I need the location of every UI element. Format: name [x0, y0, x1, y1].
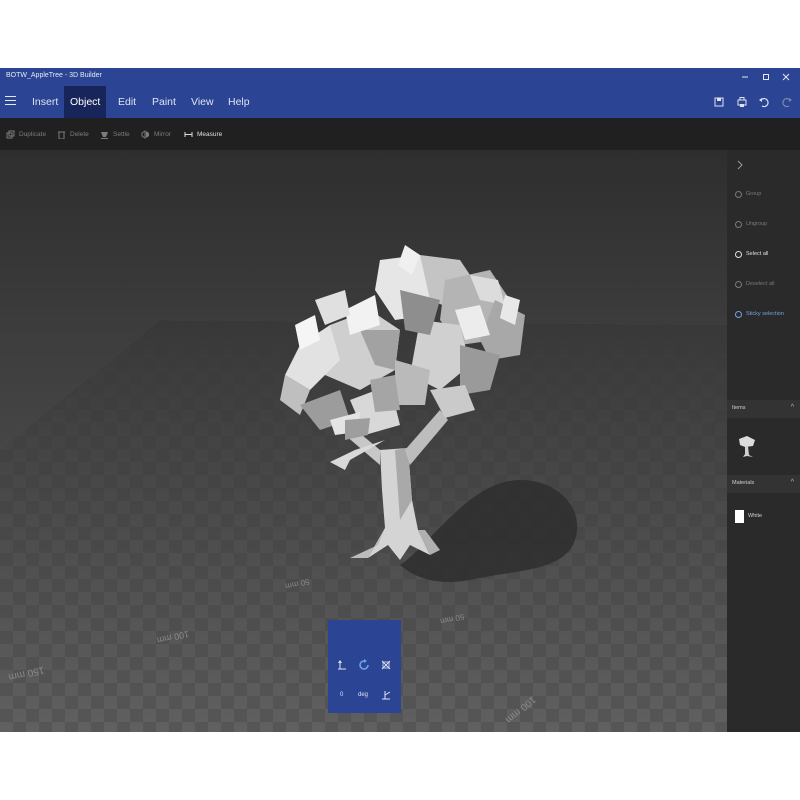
rotate-axis-button[interactable]	[379, 688, 393, 702]
command-bar: Duplicate Delete Settle Mirror Measure	[0, 118, 800, 150]
minimize-icon	[742, 76, 748, 78]
tab-object[interactable]: Object	[64, 86, 106, 118]
item-thumbnail-tree[interactable]	[735, 435, 759, 459]
measure-icon	[184, 131, 193, 137]
scale-tool-button[interactable]	[379, 658, 393, 672]
axis-icon	[382, 691, 391, 700]
close-icon	[782, 73, 790, 81]
settle-label: Settle	[113, 130, 130, 138]
rotate-value[interactable]: 0	[340, 692, 343, 698]
tab-paint[interactable]: Paint	[144, 86, 184, 118]
tree-thumbnail-icon	[739, 436, 755, 457]
select-all-label: Select all	[746, 251, 769, 257]
tab-edit[interactable]: Edit	[110, 86, 144, 118]
material-white[interactable]: White	[735, 509, 762, 523]
chevron-up-icon: ^	[790, 404, 794, 411]
app-window: BOTW_AppleTree - 3D Builder Insert Objec…	[0, 68, 800, 732]
group-icon	[735, 190, 742, 198]
rotate-tool-panel: 0 deg	[328, 620, 401, 713]
measure-button[interactable]: Measure	[184, 118, 222, 150]
window-title: BOTW_AppleTree - 3D Builder	[6, 72, 102, 79]
duplicate-icon	[6, 130, 15, 138]
select-all-button[interactable]: Select all	[735, 247, 768, 261]
menu-bar: Insert Object Edit Paint View Help	[0, 86, 800, 118]
maximize-icon	[763, 74, 769, 80]
rotate-icon	[359, 659, 369, 670]
side-panel: Group Ungroup Select all Deselect all St…	[727, 150, 800, 732]
delete-label: Delete	[70, 130, 89, 138]
group-button[interactable]: Group	[735, 187, 761, 201]
move-icon	[338, 660, 346, 670]
print-3d-icon[interactable]	[735, 95, 749, 109]
ungroup-label: Ungroup	[746, 221, 768, 227]
save-icon[interactable]	[712, 95, 726, 109]
duplicate-button[interactable]: Duplicate	[6, 118, 46, 150]
deselect-all-label: Deselect all	[746, 281, 775, 287]
mirror-button[interactable]: Mirror	[141, 118, 171, 150]
redo-icon[interactable]	[780, 95, 794, 109]
hamburger-menu-icon[interactable]	[5, 96, 16, 107]
delete-button[interactable]: Delete	[57, 118, 89, 150]
chevron-right-icon	[737, 160, 743, 170]
rotate-tool-button[interactable]	[357, 658, 371, 672]
title-bar: BOTW_AppleTree - 3D Builder	[0, 68, 800, 86]
deselect-all-icon	[735, 280, 742, 288]
sticky-selection-label: Sticky selection	[746, 311, 784, 317]
rotate-unit: deg	[358, 692, 369, 698]
delete-icon	[58, 131, 65, 139]
material-swatch	[735, 509, 744, 523]
mirror-label: Mirror	[154, 130, 171, 138]
settle-icon	[101, 131, 108, 139]
settle-button[interactable]: Settle	[100, 118, 130, 150]
items-section-header[interactable]: Items ^	[727, 400, 800, 418]
material-label: White	[748, 513, 763, 519]
chevron-up-icon: ^	[790, 479, 794, 486]
collapse-panel-button[interactable]	[735, 158, 745, 170]
close-button[interactable]	[779, 70, 793, 84]
materials-header: Materials	[732, 480, 755, 486]
items-header: Items	[732, 405, 746, 411]
tab-insert[interactable]: Insert	[24, 86, 66, 118]
move-tool-button[interactable]	[335, 658, 349, 672]
tab-view[interactable]: View	[183, 86, 222, 118]
maximize-button[interactable]	[759, 70, 773, 84]
ungroup-icon	[735, 220, 742, 228]
deselect-all-button[interactable]: Deselect all	[735, 277, 774, 291]
sticky-selection-toggle[interactable]: Sticky selection	[735, 307, 784, 321]
sticky-selection-icon	[735, 310, 742, 318]
scale-icon	[381, 660, 391, 670]
materials-section-header[interactable]: Materials ^	[727, 475, 800, 493]
undo-icon[interactable]	[757, 95, 771, 109]
group-label: Group	[746, 191, 762, 197]
tab-help[interactable]: Help	[220, 86, 258, 118]
measure-label: Measure	[197, 130, 223, 138]
ungroup-button[interactable]: Ungroup	[735, 217, 767, 231]
duplicate-label: Duplicate	[19, 130, 47, 138]
select-all-icon	[735, 250, 742, 258]
minimize-button[interactable]	[738, 70, 752, 84]
mirror-icon	[141, 129, 149, 139]
